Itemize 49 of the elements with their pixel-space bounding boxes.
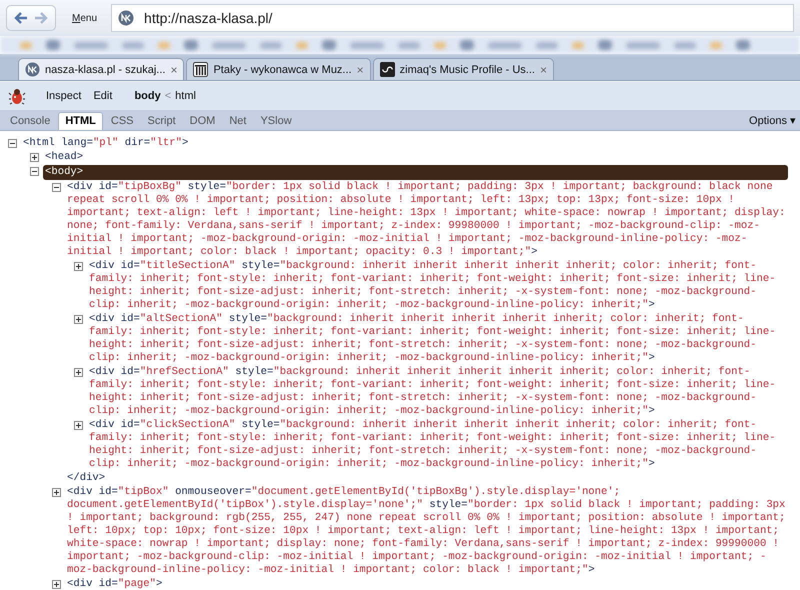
tab-title: nasza-klasa.pl - szukaj...: [45, 64, 166, 76]
music-logo-icon: [380, 62, 395, 77]
forward-arrow-icon: [33, 10, 49, 26]
close-tab-button[interactable]: ×: [170, 62, 178, 76]
bug-icon[interactable]: [8, 87, 26, 105]
collapse-icon[interactable]: [52, 183, 61, 192]
expand-icon[interactable]: [74, 421, 83, 430]
expand-icon[interactable]: [30, 153, 39, 162]
close-tab-button[interactable]: ×: [540, 62, 547, 76]
dom-node[interactable]: <head>: [43, 151, 788, 164]
dom-node[interactable]: <div id="tipBox" onmouseover="document.getElementById('tipBoxBg').style.display='none'; document.getElementById('tipBox').style.display='none';" style="border: 1px solid black ! important; padding: 3px ! important; background: rgb(255, 255, 247) none repeat scroll 0% 0% ! important; position: absolute ! important; left: 10px; top: 10px; font-size: 10px ! important; text-align: left ! important; line-height: 13px ! important; white-space: nowrap ! important; display: none; font-family: Verdana,sans-serif ! important; z-index: 99990000 ! important; -moz-background-clip: -moz-initial ! important; -moz-background-origin: -moz-initial ! important; -moz-background-inline-policy: -moz-initial ! important; color: black ! important;">: [65, 486, 788, 577]
closing-tag: </div>: [65, 472, 788, 485]
back-forward-button[interactable]: [6, 5, 56, 31]
dom-node[interactable]: <div id="clickSectionA" style="background: inherit inherit inherit inherit inherit; color: inherit; font-family: inherit; font-style: inherit; font-variant: inherit; font-weight: inherit; font-size: inherit; line-height: inherit; font-size-adjust: inherit; font-stretch: inherit; -x-system-font: none; -moz-background-clip: inherit; -moz-background-origin: inherit; -moz-background-inline-policy: inherit;">: [87, 419, 788, 471]
dom-node[interactable]: <body>: [43, 165, 788, 180]
panel-tab[interactable]: Console: [4, 113, 56, 130]
site-icon: [118, 10, 134, 26]
tab-title: zimaq's Music Profile - Us...: [400, 64, 535, 76]
close-tab-button[interactable]: ×: [356, 62, 364, 76]
browser-tab[interactable]: nasza-klasa.pl - szukaj... ×: [18, 58, 184, 80]
site-icon: [25, 62, 40, 77]
panel-tab[interactable]: Script: [142, 113, 182, 130]
panel-tab[interactable]: DOM: [184, 113, 222, 130]
collapse-icon[interactable]: [8, 139, 17, 148]
breadcrumb-link[interactable]: body: [134, 90, 161, 102]
expand-icon[interactable]: [52, 488, 61, 497]
columns-icon: [193, 62, 208, 77]
collapse-icon[interactable]: [30, 167, 39, 176]
panel-tab[interactable]: HTML: [58, 112, 103, 130]
browser-tab[interactable]: Ptaky - wykonawca w Muz... ×: [186, 58, 371, 80]
dom-node[interactable]: <div id="page">: [65, 578, 788, 590]
toolbar-button[interactable]: Inspect: [46, 90, 82, 102]
panel-tab[interactable]: Net: [223, 113, 252, 130]
dom-node[interactable]: <html lang="pl" dir="ltr">: [21, 137, 788, 150]
expand-icon[interactable]: [74, 315, 83, 324]
expand-icon[interactable]: [52, 580, 61, 589]
browser-tab[interactable]: zimaq's Music Profile - Us... ×: [372, 58, 554, 80]
address-field[interactable]: http://nasza-klasa.pl/: [111, 4, 794, 32]
panel-tab[interactable]: YSlow: [254, 113, 298, 130]
breadcrumb-separator: <: [164, 90, 172, 102]
menu-button[interactable]: Menu: [72, 12, 98, 24]
options-menu[interactable]: Options ▾: [749, 114, 796, 130]
toolbar-button[interactable]: Edit: [93, 90, 112, 102]
breadcrumb-link[interactable]: html: [175, 90, 196, 102]
tab-title: Ptaky - wykonawca w Muz...: [213, 64, 352, 76]
panel-tab[interactable]: CSS: [104, 113, 140, 130]
back-arrow-icon: [13, 10, 29, 26]
expand-icon[interactable]: [74, 262, 83, 271]
expand-icon[interactable]: [74, 368, 83, 377]
